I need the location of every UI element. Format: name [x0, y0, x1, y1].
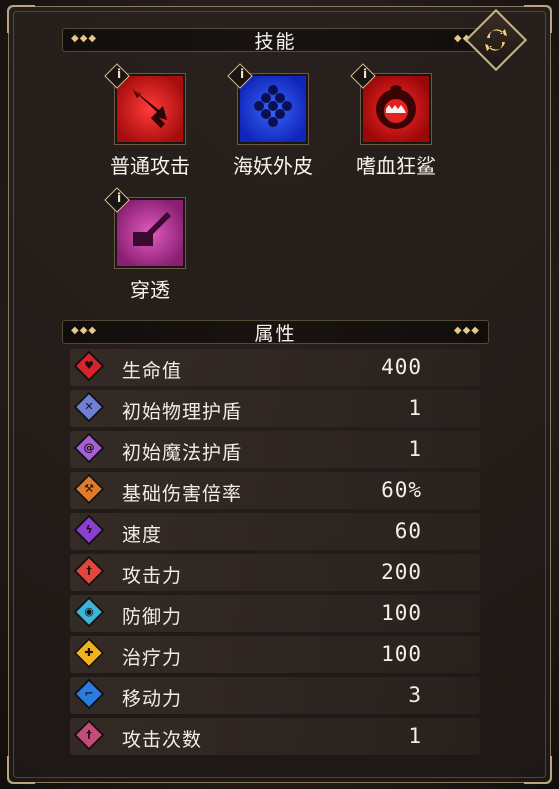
stat-row-attack: † 攻击力 200	[70, 554, 480, 591]
magic-shield-icon: @	[73, 432, 105, 464]
defense-icon: ◉	[73, 596, 105, 628]
stat-name: 基础伤害倍率	[122, 483, 243, 505]
damage-multiplier-icon: ⚒	[73, 473, 105, 505]
stat-name: 防御力	[122, 606, 183, 628]
stat-value: 100	[381, 642, 422, 666]
skill-bloodthirsty-shark[interactable]: i 嗜血狂鲨	[341, 63, 451, 179]
attributes-header-title: 属性	[254, 322, 297, 345]
attack-icon: †	[73, 555, 105, 587]
stat-value: 200	[381, 560, 422, 584]
skill-label: 穿透	[130, 278, 170, 302]
skill-label: 普通攻击	[110, 154, 190, 178]
stat-row-heal: ✚ 治疗力 100	[70, 636, 480, 673]
stat-name: 生命值	[122, 360, 183, 382]
stat-name: 攻击力	[122, 565, 183, 587]
skill-pierce[interactable]: i 穿透	[95, 187, 205, 303]
shark-icon	[376, 85, 416, 129]
stat-value: 1	[408, 396, 422, 420]
heal-icon: ✚	[73, 637, 105, 669]
sword-icon	[131, 88, 167, 129]
skills-header-title: 技能	[254, 30, 297, 53]
stat-value: 60	[394, 519, 422, 543]
stat-name: 速度	[122, 524, 163, 546]
stat-row-defense: ◉ 防御力 100	[70, 595, 480, 632]
stat-name: 初始物理护盾	[122, 401, 243, 423]
stat-name: 治疗力	[122, 647, 183, 669]
swap-arrows-icon	[485, 29, 507, 51]
scales-icon	[254, 85, 292, 127]
physical-shield-icon: ✕	[73, 391, 105, 423]
stat-value: 3	[408, 683, 422, 707]
stat-name: 初始魔法护盾	[122, 442, 243, 464]
attack-count-icon: †	[73, 719, 105, 751]
stat-row-damage-multiplier: ⚒ 基础伤害倍率 60%	[70, 472, 480, 509]
stat-value: 1	[408, 724, 422, 748]
attributes-list: ♥ 生命值 400 ✕ 初始物理护盾 1 @ 初始魔法护盾 1 ⚒ 基础伤害倍率…	[70, 349, 480, 759]
move-icon: ⌐	[73, 678, 105, 710]
skill-label: 海妖外皮	[233, 154, 313, 178]
heart-icon: ♥	[73, 350, 105, 382]
stat-name: 攻击次数	[122, 729, 203, 751]
skill-normal-attack[interactable]: i 普通攻击	[95, 63, 205, 179]
pierce-icon	[133, 212, 171, 246]
speed-icon: ϟ	[73, 514, 105, 546]
stat-row-hp: ♥ 生命值 400	[70, 349, 480, 386]
skill-label: 嗜血狂鲨	[356, 154, 436, 178]
stat-row-magic-shield: @ 初始魔法护盾 1	[70, 431, 480, 468]
stat-value: 1	[408, 437, 422, 461]
stat-value: 100	[381, 601, 422, 625]
stat-name: 移动力	[122, 688, 183, 710]
stat-row-attack-count: † 攻击次数 1	[70, 718, 480, 755]
skills-section-header: ◆◆◆ 技能 ◆◆◆	[62, 28, 489, 53]
stat-value: 400	[381, 355, 422, 379]
stat-value: 60%	[381, 478, 422, 502]
stat-row-move: ⌐ 移动力 3	[70, 677, 480, 714]
attributes-section-header: ◆◆◆ 属性 ◆◆◆	[62, 320, 489, 345]
stat-row-physical-shield: ✕ 初始物理护盾 1	[70, 390, 480, 427]
skill-siren-skin[interactable]: i 海妖外皮	[218, 63, 328, 179]
stat-row-speed: ϟ 速度 60	[70, 513, 480, 550]
